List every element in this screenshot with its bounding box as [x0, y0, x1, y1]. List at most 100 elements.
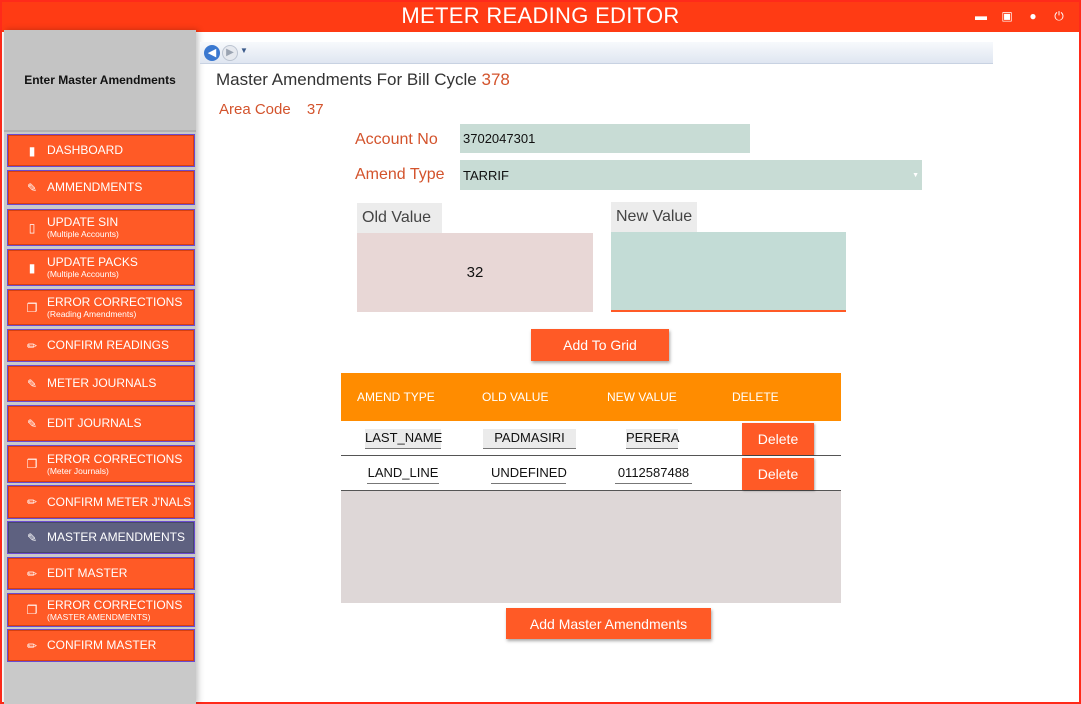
sidebar-item-label: DASHBOARD [47, 144, 123, 157]
window-controls: ▬ ▣ ● ⏻ [973, 8, 1067, 24]
maximize-icon[interactable]: ▣ [999, 8, 1015, 24]
documents-icon: ❐ [26, 457, 38, 471]
sidebar-item-confirm-readings[interactable]: ✏ CONFIRM READINGS [7, 329, 195, 362]
document-icon: ▯ [28, 220, 36, 235]
cell-amend-type: LAND_LINE [367, 464, 439, 484]
sidebar-item-label: ERROR CORRECTIONS (Reading Amendments) [47, 295, 183, 320]
amend-type-select[interactable]: TARRIF ▼ [460, 160, 922, 190]
sidebar-item-label: EDIT MASTER [47, 567, 127, 580]
bill-cycle-number: 378 [481, 70, 510, 89]
browser-toolbar: ◀ ▶ ▼ [200, 42, 993, 64]
sidebar-item-confirm-meter-j-nals[interactable]: ✏ CONFIRM METER J'NALS [7, 485, 195, 519]
documents-icon: ❐ [26, 603, 38, 617]
sidebar-item-label: CONFIRM MASTER [47, 639, 156, 652]
user-edit-icon: ✎ [26, 416, 38, 431]
documents-icon: ❐ [26, 300, 38, 315]
sidebar-item-error-corrections[interactable]: ❐ ERROR CORRECTIONS (Reading Amendments) [7, 289, 195, 326]
back-arrow-icon[interactable]: ◀ [204, 45, 220, 61]
add-to-grid-button[interactable]: Add To Grid [531, 329, 669, 361]
pencil-icon: ✏ [26, 638, 38, 653]
sidebar-item-update-sin[interactable]: ▯ UPDATE SIN (Multiple Accounts) [7, 209, 195, 246]
user-icon[interactable]: ● [1025, 8, 1041, 24]
add-master-amendments-button[interactable]: Add Master Amendments [506, 608, 711, 639]
sidebar-item-ammendments[interactable]: ✎ AMMENDMENTS [7, 170, 195, 205]
sidebar-item-label: UPDATE PACKS (Multiple Accounts) [47, 255, 138, 280]
account-no-value: 3702047301 [463, 131, 536, 146]
sidebar-header: Enter Master Amendments [4, 30, 196, 130]
delete-row-button[interactable]: Delete [742, 423, 814, 455]
amend-type-value: TARRIF [463, 167, 509, 183]
pencil-icon: ✏ [26, 338, 38, 353]
sidebar-item-label: METER JOURNALS [47, 377, 156, 390]
table-row: LAND_LINE UNDEFINED 0112587488 Delete [341, 456, 841, 491]
cell-old-value: PADMASIRI [483, 429, 576, 449]
column-header-delete: DELETE [732, 390, 779, 404]
sidebar-item-confirm-master[interactable]: ✏ CONFIRM MASTER [7, 629, 195, 662]
area-code: Area Code 37 [219, 101, 324, 118]
user-edit-icon: ✎ [26, 376, 38, 391]
sidebar-item-title: ERROR CORRECTIONS [47, 597, 183, 612]
history-dropdown-icon[interactable]: ▼ [240, 46, 248, 55]
window-title: METER READING EDITOR [401, 3, 680, 28]
area-code-label: Area Code [219, 101, 291, 118]
new-value-input[interactable] [611, 232, 846, 312]
sidebar-item-title: CONFIRM MASTER [47, 638, 157, 652]
sidebar-item-label: EDIT JOURNALS [47, 417, 141, 430]
table-row: LAST_NAME PADMASIRI PERERA Delete [341, 421, 841, 456]
chevron-down-icon: ▼ [912, 172, 919, 179]
sidebar-item-title: CONFIRM READINGS [47, 338, 170, 352]
sidebar-item-meter-journals[interactable]: ✎ METER JOURNALS [7, 365, 195, 402]
sidebar-item-edit-journals[interactable]: ✎ EDIT JOURNALS [7, 405, 195, 442]
column-header-new-value: NEW VALUE [607, 390, 677, 404]
sidebar-item-master-amendments[interactable]: ✎ MASTER AMENDMENTS [7, 521, 195, 554]
book-icon: ▮ [28, 143, 36, 158]
sidebar-item-error-corrections[interactable]: ❐ ERROR CORRECTIONS (Meter Journals) [7, 445, 195, 483]
sidebar: Enter Master Amendments ▮ DASHBOARD ✎ AMMEN… [4, 30, 196, 704]
cell-new-value: PERERA [626, 429, 679, 449]
sidebar-item-label: AMMENDMENTS [47, 181, 142, 194]
sidebar-item-title: AMMENDMENTS [47, 180, 143, 194]
page-title-text: Master Amendments For Bill Cycle [216, 70, 477, 89]
sidebar-item-label: CONFIRM READINGS [47, 339, 169, 352]
amendments-grid: AMEND TYPE OLD VALUE NEW VALUE DELETE LA… [341, 373, 841, 603]
sidebar-item-subtitle: (MASTER AMENDMENTS) [47, 611, 151, 622]
power-icon[interactable]: ⏻ [1051, 8, 1067, 24]
sidebar-item-subtitle: (Multiple Accounts) [47, 229, 119, 239]
sidebar-item-title: DASHBOARD [47, 143, 124, 157]
grid-header: AMEND TYPE OLD VALUE NEW VALUE DELETE [341, 373, 841, 421]
sidebar-item-label: MASTER AMENDMENTS [47, 531, 185, 544]
sidebar-item-update-packs[interactable]: ▮ UPDATE PACKS (Multiple Accounts) [7, 249, 195, 286]
account-no-field[interactable]: 3702047301 [460, 124, 750, 153]
sidebar-item-dashboard[interactable]: ▮ DASHBOARD [7, 134, 195, 167]
sidebar-item-title: UPDATE SIN [47, 215, 119, 229]
sidebar-item-label: UPDATE SIN (Multiple Accounts) [47, 215, 119, 240]
sidebar-item-edit-master[interactable]: ✏ EDIT MASTER [7, 557, 195, 590]
forward-arrow-icon[interactable]: ▶ [222, 45, 238, 61]
user-edit-icon: ✎ [26, 530, 38, 545]
sidebar-item-title: CONFIRM METER J'NALS [47, 494, 192, 509]
sidebar-item-title: MASTER AMENDMENTS [47, 530, 186, 544]
sidebar-item-subtitle: (Reading Amendments) [47, 309, 137, 319]
sidebar-item-title: UPDATE PACKS [47, 255, 138, 269]
minimize-icon[interactable]: ▬ [973, 8, 989, 24]
sidebar-item-title: EDIT JOURNALS [47, 416, 142, 430]
sidebar-item-error-corrections[interactable]: ❐ ERROR CORRECTIONS (MASTER AMENDMENTS) [7, 593, 195, 627]
sidebar-item-label: ERROR CORRECTIONS (Meter Journals) [47, 451, 183, 476]
sidebar-item-title: ERROR CORRECTIONS [47, 451, 183, 466]
old-value-label: Old Value [357, 203, 442, 233]
sidebar-item-title: METER JOURNALS [47, 376, 157, 390]
app-window: METER READING EDITOR ▬ ▣ ● ⏻ Enter Maste… [0, 0, 1081, 704]
column-header-old-value: OLD VALUE [482, 390, 549, 404]
cell-old-value: UNDEFINED [491, 464, 567, 484]
page-title: Master Amendments For Bill Cycle 378 [216, 70, 510, 90]
area-code-value: 37 [306, 101, 324, 118]
user-edit-icon: ✎ [26, 180, 38, 195]
amend-type-label: Amend Type [355, 166, 445, 183]
sidebar-item-label: CONFIRM METER J'NALS [47, 494, 192, 509]
pencil-icon: ✏ [26, 495, 38, 509]
sidebar-item-title: ERROR CORRECTIONS [47, 295, 183, 309]
sidebar-item-subtitle: (Multiple Accounts) [47, 269, 119, 279]
book-icon: ▮ [28, 260, 36, 275]
account-no-label: Account No [355, 131, 438, 148]
delete-row-button[interactable]: Delete [742, 458, 814, 490]
